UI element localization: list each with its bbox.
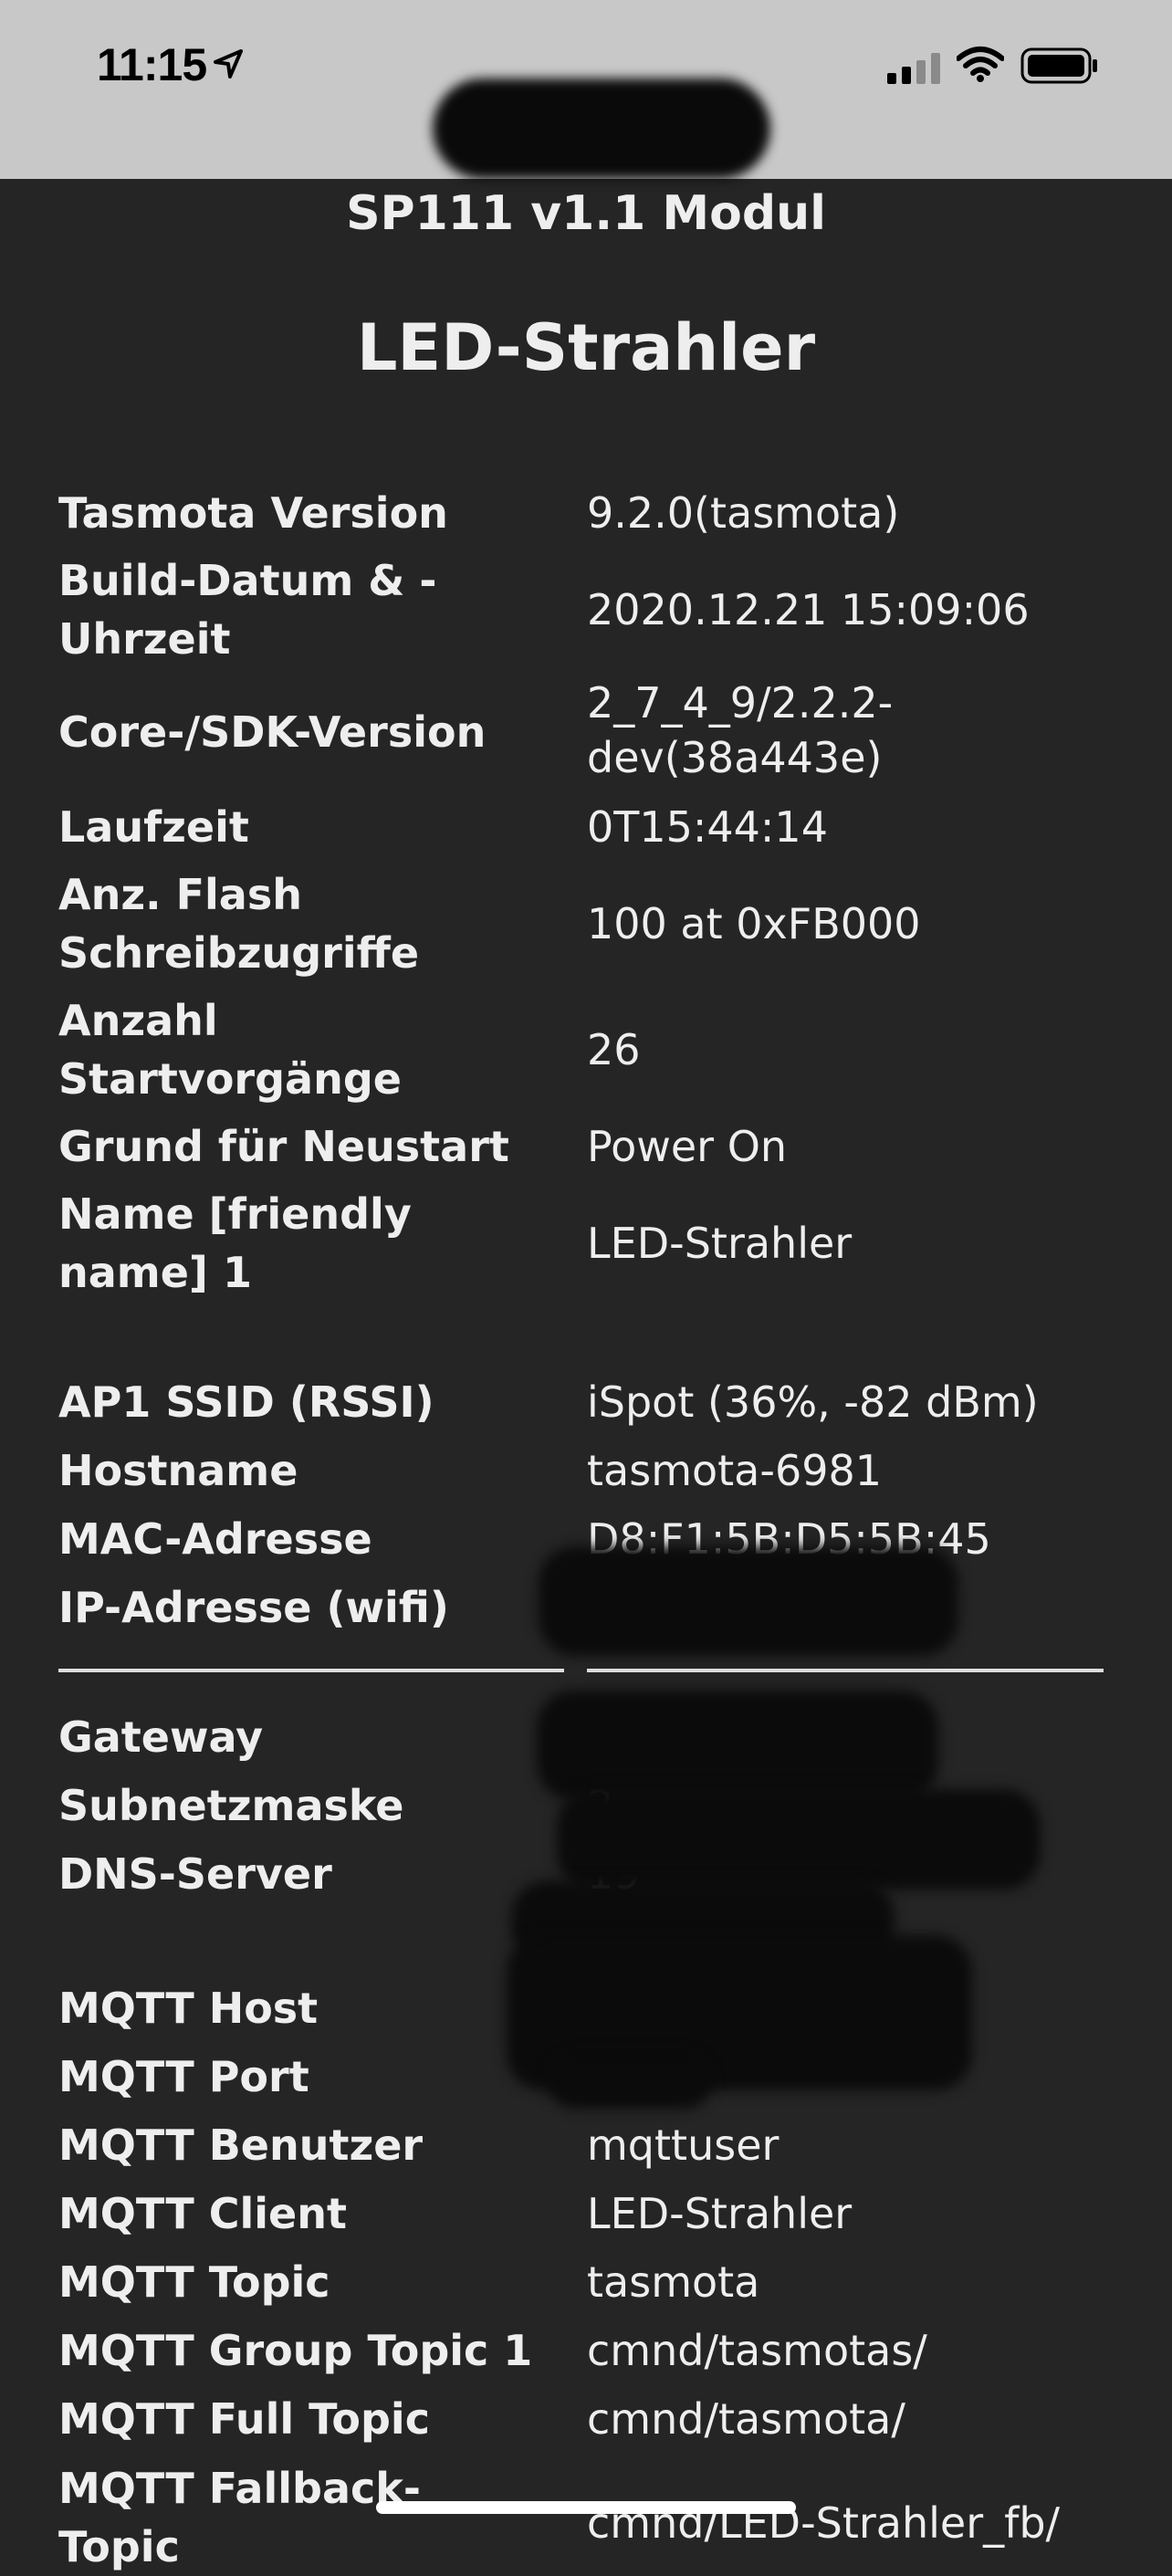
location-arrow-icon — [214, 49, 243, 79]
status-bar: 11:15 — [0, 0, 1172, 179]
battery-icon — [1020, 47, 1097, 84]
redaction-mark — [537, 1691, 938, 1800]
status-time: 11:15 — [97, 39, 207, 90]
info-label: Laufzeit — [58, 802, 249, 852]
module-title: SP111 v1.1 Modul — [346, 186, 826, 241]
info-label: Core-/SDK-Version — [58, 707, 487, 757]
info-value: tasmota — [587, 2257, 760, 2307]
info-label: Subnetzmaske — [58, 1781, 404, 1830]
info-value: 2020.12.21 15:09:06 — [587, 585, 1030, 634]
info-value: iSpot (36%, -82 dBm) — [587, 1377, 1039, 1427]
info-label: Hostname — [58, 1446, 298, 1495]
info-label: Anz. Flash Schreibzugriffe — [58, 870, 420, 978]
info-label: Name [friendly name] 1 — [58, 1189, 412, 1297]
info-label: DNS-Server — [58, 1849, 332, 1899]
info-label: MQTT Group Topic 1 — [58, 2326, 533, 2375]
home-indicator[interactable] — [376, 2501, 796, 2514]
info-label: Gateway — [58, 1712, 264, 1762]
cellular-signal-icon — [887, 53, 940, 84]
info-value: Power On — [587, 1122, 788, 1171]
info-value: 9.2.0(tasmota) — [587, 488, 900, 538]
info-label: Anzahl Startvorgänge — [58, 996, 402, 1104]
info-label: MQTT Client — [58, 2189, 347, 2238]
info-label: AP1 SSID (RSSI) — [58, 1377, 434, 1427]
info-label: IP-Adresse (wifi) — [58, 1583, 449, 1632]
info-label: MQTT Fallback-Topic — [58, 2464, 421, 2571]
info-value: tasmota-6981 — [587, 1446, 883, 1495]
info-label: MQTT Full Topic — [58, 2394, 430, 2444]
device-title: LED-Strahler — [356, 310, 816, 385]
redaction-mark — [557, 1789, 1041, 1890]
info-value: 0T15:44:14 — [587, 802, 828, 852]
redaction-mark — [539, 1546, 958, 1656]
info-value: 26 — [587, 1025, 641, 1074]
info-value: cmnd/tasmotas/ — [587, 2326, 927, 2375]
info-label: MQTT Host — [58, 1984, 319, 2033]
info-label: MAC-Adresse — [58, 1514, 372, 1564]
info-label: MQTT Topic — [58, 2257, 330, 2307]
info-label: Tasmota Version — [58, 488, 448, 538]
redaction-mark — [548, 2054, 712, 2109]
info-value: LED-Strahler — [587, 2189, 853, 2238]
wifi-icon — [957, 47, 1004, 82]
info-value: mqttuser — [587, 2120, 780, 2170]
info-label: MQTT Port — [58, 2052, 309, 2101]
info-value: cmnd/tasmota/ — [587, 2394, 905, 2444]
info-label: MQTT Benutzer — [58, 2120, 424, 2170]
info-value: 100 at 0xFB000 — [587, 899, 921, 948]
info-label: Grund für Neustart — [58, 1122, 509, 1171]
divider-right — [587, 1669, 1104, 1672]
info-value: 2_7_4_9/2.2.2-dev(38a443e) — [587, 678, 894, 782]
redaction-mark — [433, 79, 770, 179]
divider-left — [58, 1669, 564, 1672]
info-label: Build-Datum & - Uhrzeit — [58, 556, 437, 664]
info-value: LED-Strahler — [587, 1219, 853, 1268]
